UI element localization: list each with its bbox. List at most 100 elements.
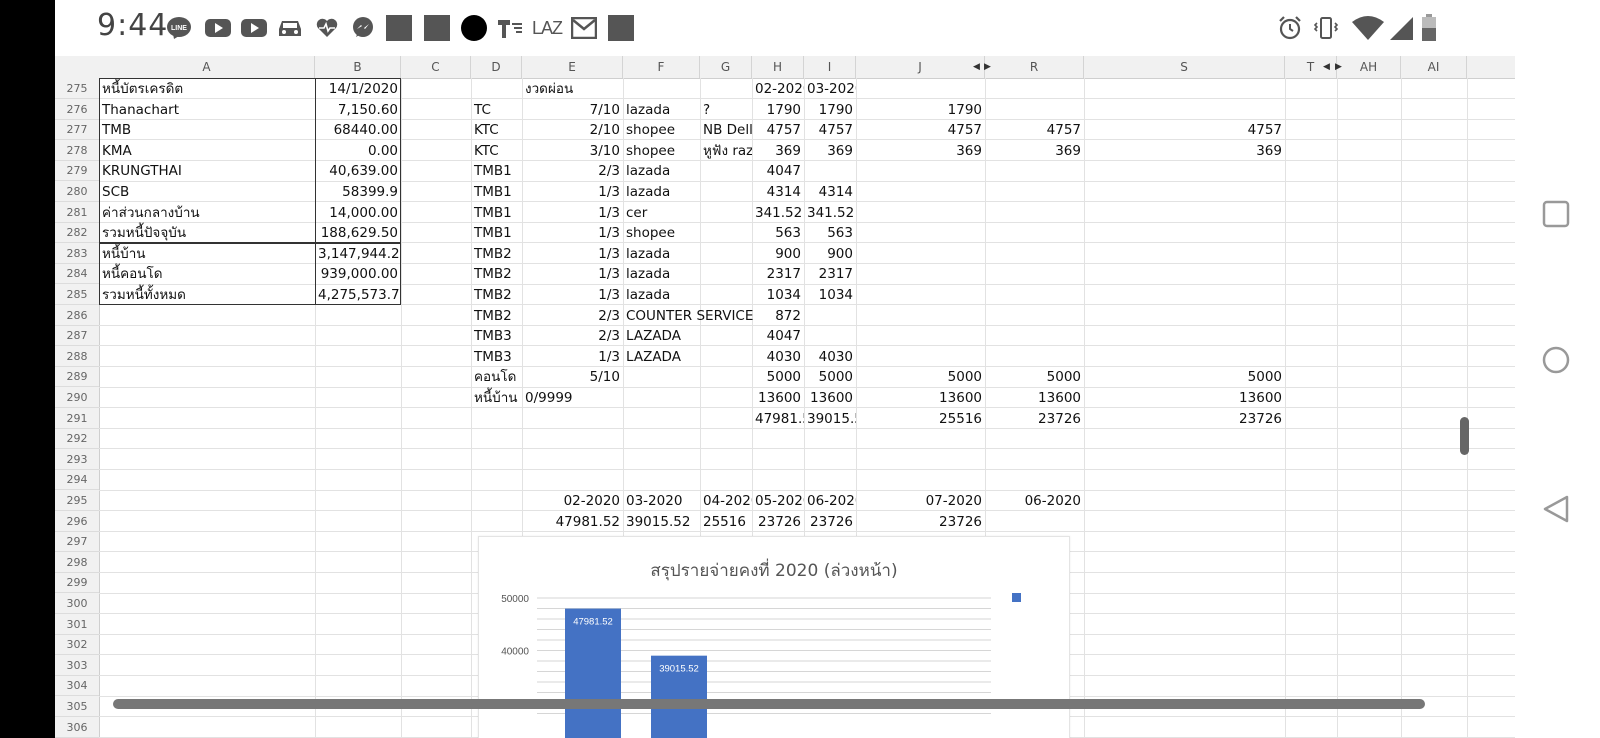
cell-i284[interactable]: 2317 <box>804 263 856 284</box>
cell-j296[interactable]: 23726 <box>856 511 985 532</box>
cell-d284[interactable]: TMB2 <box>471 263 522 284</box>
column-header-d[interactable]: D <box>471 56 522 78</box>
cell-f283[interactable]: lazada <box>623 243 700 264</box>
cell-g277[interactable]: NB Dell <box>700 119 752 140</box>
column-header-i[interactable]: I <box>804 56 856 78</box>
hidden-columns-left-arrow-icon[interactable]: ◀ <box>1323 56 1330 78</box>
cell-b283[interactable]: 3,147,944.21 <box>315 243 401 264</box>
hidden-columns-right-arrow-icon[interactable]: ▶ <box>984 56 991 78</box>
vertical-scroll-thumb[interactable] <box>1460 417 1469 455</box>
cell-i291[interactable]: 39015.52 <box>804 408 856 429</box>
cell-h288[interactable]: 4030 <box>752 346 804 367</box>
cell-e284[interactable]: 1/3 <box>522 263 623 284</box>
cell-s290[interactable]: 13600 <box>1084 387 1285 408</box>
cell-f286[interactable]: COUNTER SERVICE <box>623 305 763 326</box>
cell-h275[interactable]: 02-2020 <box>752 78 804 99</box>
cell-a279[interactable]: KRUNGTHAI <box>99 160 315 181</box>
cell-f279[interactable]: lazada <box>623 160 700 181</box>
cell-r277[interactable]: 4757 <box>985 119 1084 140</box>
cell-f277[interactable]: shopee <box>623 119 700 140</box>
column-header-f[interactable]: F <box>623 56 700 78</box>
cell-f276[interactable]: lazada <box>623 99 700 120</box>
cell-b285[interactable]: 4,275,573.71 <box>315 284 401 305</box>
cell-r295[interactable]: 06-2020 <box>985 490 1084 511</box>
cell-b277[interactable]: 68440.00 <box>315 119 401 140</box>
cell-g295[interactable]: 04-2020 <box>700 490 752 511</box>
cell-i288[interactable]: 4030 <box>804 346 856 367</box>
cell-f288[interactable]: LAZADA <box>623 346 700 367</box>
horizontal-scrollbar[interactable] <box>113 699 1425 709</box>
cell-j289[interactable]: 5000 <box>856 366 985 387</box>
cell-b279[interactable]: 40,639.00 <box>315 160 401 181</box>
cell-d288[interactable]: TMB3 <box>471 346 522 367</box>
column-header-b[interactable]: B <box>315 56 401 78</box>
hidden-columns-left-arrow-icon[interactable]: ◀ <box>973 56 980 78</box>
column-header-s[interactable]: S <box>1084 56 1285 78</box>
cell-e295[interactable]: 02-2020 <box>522 490 623 511</box>
cell-i289[interactable]: 5000 <box>804 366 856 387</box>
cell-i278[interactable]: 369 <box>804 140 856 161</box>
cell-e285[interactable]: 1/3 <box>522 284 623 305</box>
column-header-ai[interactable]: AI <box>1401 56 1467 78</box>
cell-i276[interactable]: 1790 <box>804 99 856 120</box>
cell-e275[interactable]: งวดผ่อน <box>522 78 623 99</box>
cell-f284[interactable]: lazada <box>623 263 700 284</box>
cell-i275[interactable]: 03-2020 <box>804 78 856 99</box>
cell-j276[interactable]: 1790 <box>856 99 985 120</box>
cell-e281[interactable]: 1/3 <box>522 202 623 223</box>
cell-r290[interactable]: 13600 <box>985 387 1084 408</box>
cell-j291[interactable]: 25516 <box>856 408 985 429</box>
cell-b281[interactable]: 14,000.00 <box>315 202 401 223</box>
column-header-c[interactable]: C <box>401 56 471 78</box>
cell-e286[interactable]: 2/3 <box>522 305 623 326</box>
cell-i277[interactable]: 4757 <box>804 119 856 140</box>
recents-square-icon[interactable] <box>1539 197 1573 231</box>
cell-a285[interactable]: รวมหนี้ทั้งหมด <box>99 284 315 305</box>
cell-e283[interactable]: 1/3 <box>522 243 623 264</box>
cell-r291[interactable]: 23726 <box>985 408 1084 429</box>
cell-i296[interactable]: 23726 <box>804 511 856 532</box>
cell-b284[interactable]: 939,000.00 <box>315 263 401 284</box>
cell-d286[interactable]: TMB2 <box>471 305 522 326</box>
cell-a281[interactable]: ค่าส่วนกลางบ้าน <box>99 202 315 223</box>
cell-g278[interactable]: หูฟัง raz <box>700 140 752 161</box>
cell-e296[interactable]: 47981.52 <box>522 511 623 532</box>
hidden-columns-right-arrow-icon[interactable]: ▶ <box>1335 56 1342 78</box>
home-circle-icon[interactable] <box>1539 343 1573 377</box>
column-header-e[interactable]: E <box>522 56 623 78</box>
cell-g296[interactable]: 25516 <box>700 511 752 532</box>
cell-d289[interactable]: คอนโด <box>471 366 522 387</box>
cell-d290[interactable]: หนี้บ้าน <box>471 387 522 408</box>
cell-i280[interactable]: 4314 <box>804 181 856 202</box>
cell-a282[interactable]: รวมหนี้ปัจจุบัน <box>99 222 315 243</box>
cell-h278[interactable]: 369 <box>752 140 804 161</box>
cell-a283[interactable]: หนี้บ้าน <box>99 243 315 264</box>
cell-h284[interactable]: 2317 <box>752 263 804 284</box>
cell-a277[interactable]: TMB <box>99 119 315 140</box>
cell-e287[interactable]: 2/3 <box>522 325 623 346</box>
cell-d282[interactable]: TMB1 <box>471 222 522 243</box>
cell-e277[interactable]: 2/10 <box>522 119 623 140</box>
cell-s291[interactable]: 23726 <box>1084 408 1285 429</box>
cell-h280[interactable]: 4314 <box>752 181 804 202</box>
cell-i281[interactable]: 341.52 <box>804 202 856 223</box>
cell-e276[interactable]: 7/10 <box>522 99 623 120</box>
cell-i285[interactable]: 1034 <box>804 284 856 305</box>
cell-a275[interactable]: หนี้บัตรเครดิต <box>99 78 315 99</box>
cell-s277[interactable]: 4757 <box>1084 119 1285 140</box>
cell-a284[interactable]: หนี้คอนโด <box>99 263 315 284</box>
cell-h296[interactable]: 23726 <box>752 511 804 532</box>
cell-h282[interactable]: 563 <box>752 222 804 243</box>
cell-f296[interactable]: 39015.52 <box>623 511 700 532</box>
cell-f287[interactable]: LAZADA <box>623 325 700 346</box>
cell-e288[interactable]: 1/3 <box>522 346 623 367</box>
cell-i282[interactable]: 563 <box>804 222 856 243</box>
back-triangle-icon[interactable] <box>1539 492 1573 526</box>
cell-f295[interactable]: 03-2020 <box>623 490 700 511</box>
cell-g276[interactable]: ? <box>700 99 752 120</box>
cell-h279[interactable]: 4047 <box>752 160 804 181</box>
cell-e278[interactable]: 3/10 <box>522 140 623 161</box>
cell-d287[interactable]: TMB3 <box>471 325 522 346</box>
cell-d283[interactable]: TMB2 <box>471 243 522 264</box>
cell-r278[interactable]: 369 <box>985 140 1084 161</box>
